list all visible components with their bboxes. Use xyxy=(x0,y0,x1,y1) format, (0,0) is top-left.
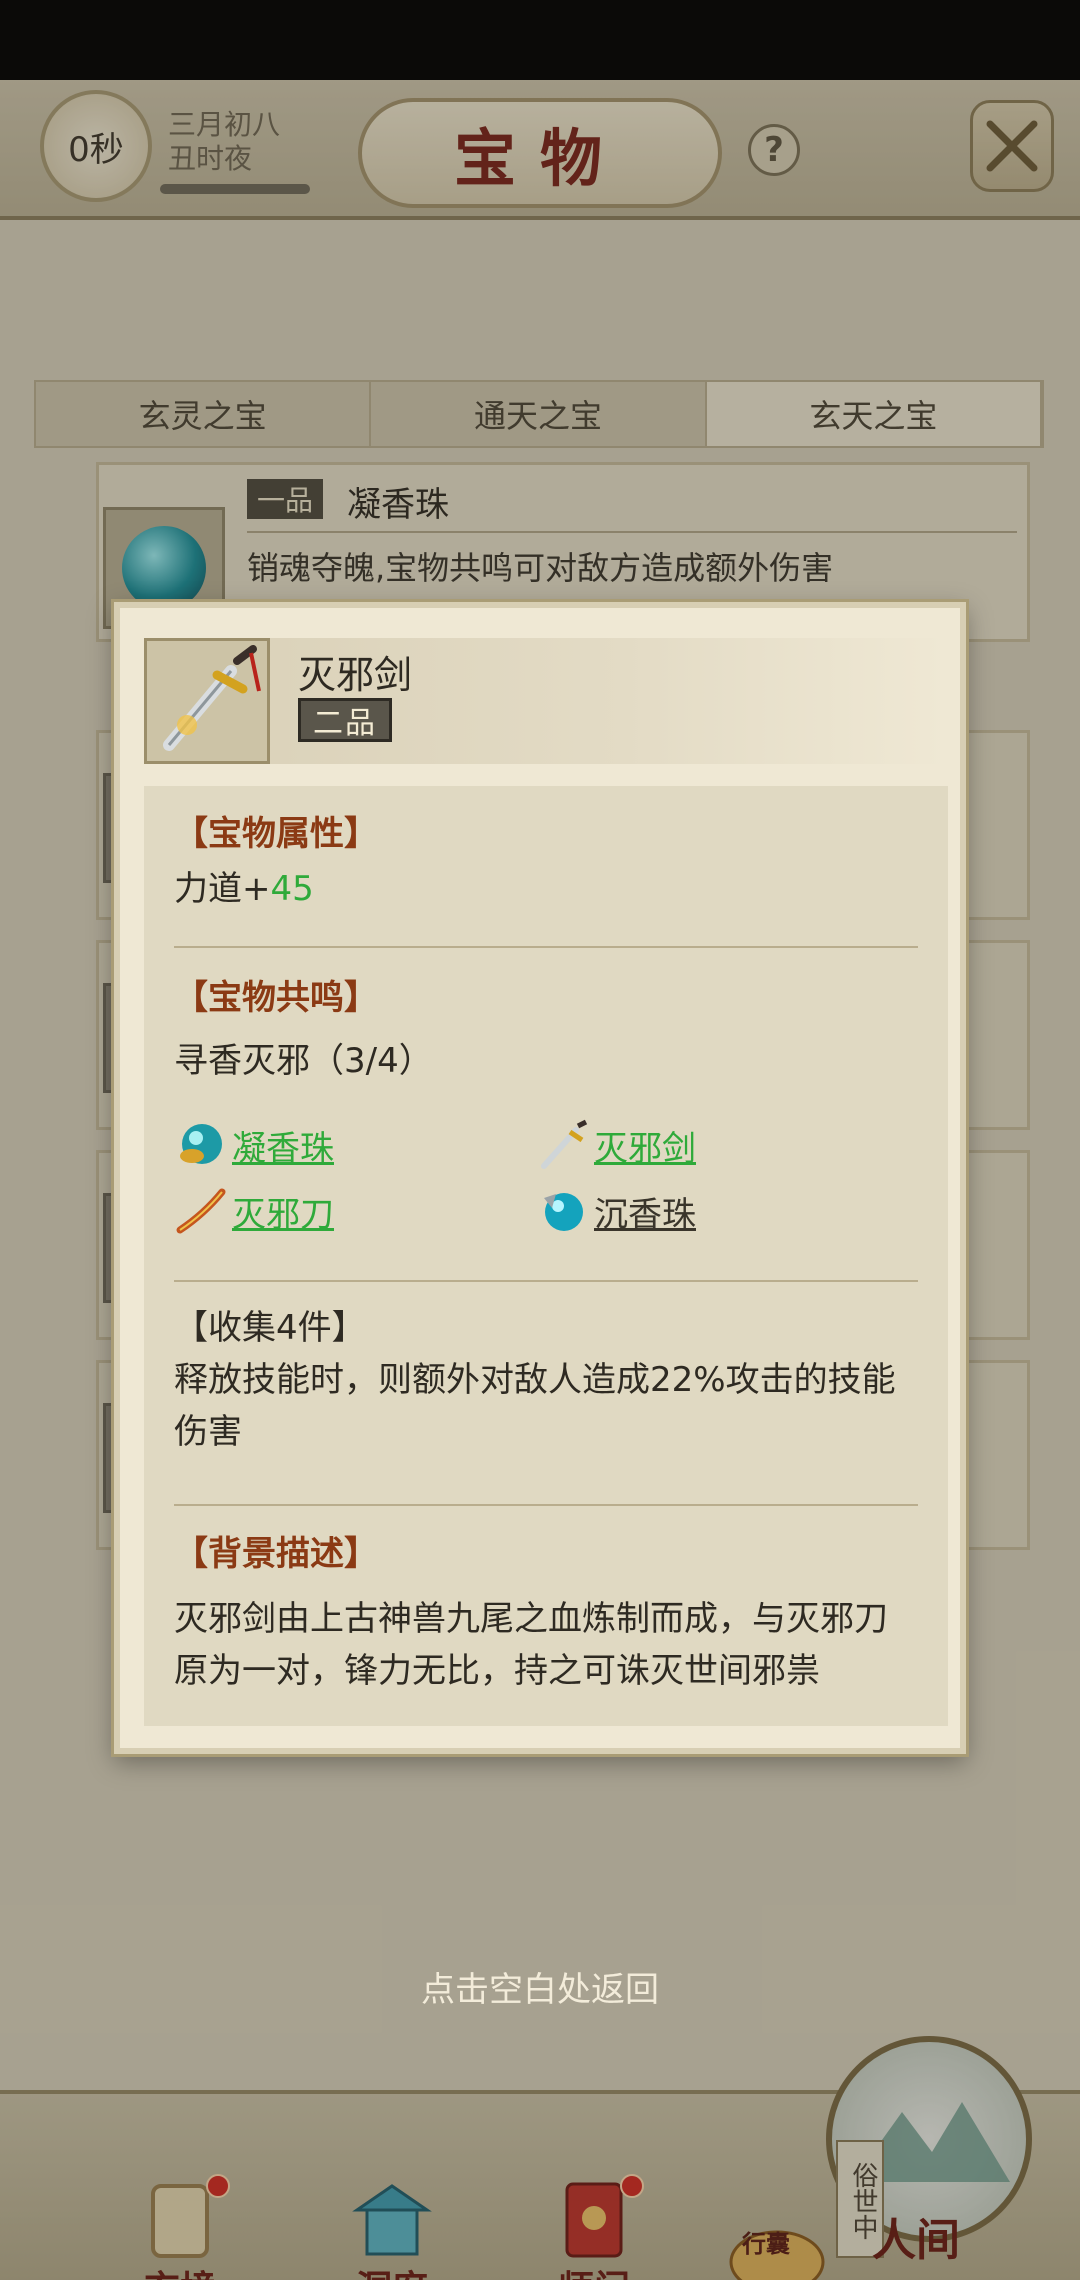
return-hint[interactable]: 点击空白处返回 xyxy=(0,1962,1080,2011)
collect-title: 【收集4件】 xyxy=(174,1308,366,1348)
popup-body[interactable]: 【宝物属性】 力道+45 【宝物共鸣】 寻香灭邪（3/4） 凝香珠 灭邪剑 灭邪… xyxy=(144,786,948,1726)
sword-icon xyxy=(163,645,261,751)
resonance-item-name: 凝香珠 xyxy=(232,1128,334,1169)
section-title: 【宝物共鸣】 xyxy=(174,978,378,1018)
popup-header: 灭邪剑 二品 xyxy=(144,638,948,764)
sword-icon xyxy=(541,1119,588,1169)
divider xyxy=(174,1504,918,1506)
item-icon xyxy=(144,638,270,764)
resonance-item-name: 沉香珠 xyxy=(594,1194,696,1235)
collect-section: 【收集4件】 释放技能时，则额外对敌人造成22%攻击的技能伤害 xyxy=(174,1302,918,1458)
collect-desc: 释放技能时，则额外对敌人造成22%攻击的技能伤害 xyxy=(174,1360,896,1452)
background-section: 【背景描述】 灭邪剑由上古神兽九尾之血炼制而成，与灭邪刀原为一对，锋力无比，持之… xyxy=(174,1526,918,1697)
resonance-section: 【宝物共鸣】 寻香灭邪（3/4） xyxy=(174,970,918,1087)
item-name: 灭邪剑 xyxy=(298,653,413,697)
resonance-item-name: 灭邪刀 xyxy=(232,1194,334,1235)
resonance-item-name: 灭邪剑 xyxy=(594,1128,696,1169)
resonance-item[interactable]: 凝香珠 xyxy=(174,1118,334,1172)
grade-tag: 二品 xyxy=(298,698,392,742)
blade-icon xyxy=(176,1188,226,1234)
resonance-set-name: 寻香灭邪（3/4） xyxy=(174,1041,433,1081)
resonance-item[interactable]: 灭邪剑 xyxy=(536,1118,696,1172)
orb-icon xyxy=(544,1193,583,1231)
attr-label: 力道+ xyxy=(174,869,271,909)
section-title: 【宝物属性】 xyxy=(174,814,378,854)
divider xyxy=(174,946,918,948)
orb-icon xyxy=(180,1124,222,1164)
resonance-item[interactable]: 沉香珠 xyxy=(536,1184,696,1238)
background-desc: 灭邪剑由上古神兽九尾之血炼制而成，与灭邪刀原为一对，锋力无比，持之可诛灭世间邪祟 xyxy=(174,1599,888,1691)
section-title: 【背景描述】 xyxy=(174,1534,378,1574)
treasure-detail-popup: 灭邪剑 二品 【宝物属性】 力道+45 【宝物共鸣】 寻香灭邪（3/4） 凝香珠… xyxy=(114,602,966,1754)
divider xyxy=(174,1280,918,1282)
resonance-item[interactable]: 灭邪刀 xyxy=(174,1184,334,1238)
attr-section: 【宝物属性】 力道+45 xyxy=(174,806,918,915)
attr-value: 45 xyxy=(270,869,314,909)
attr-line: 力道+45 xyxy=(174,863,918,915)
